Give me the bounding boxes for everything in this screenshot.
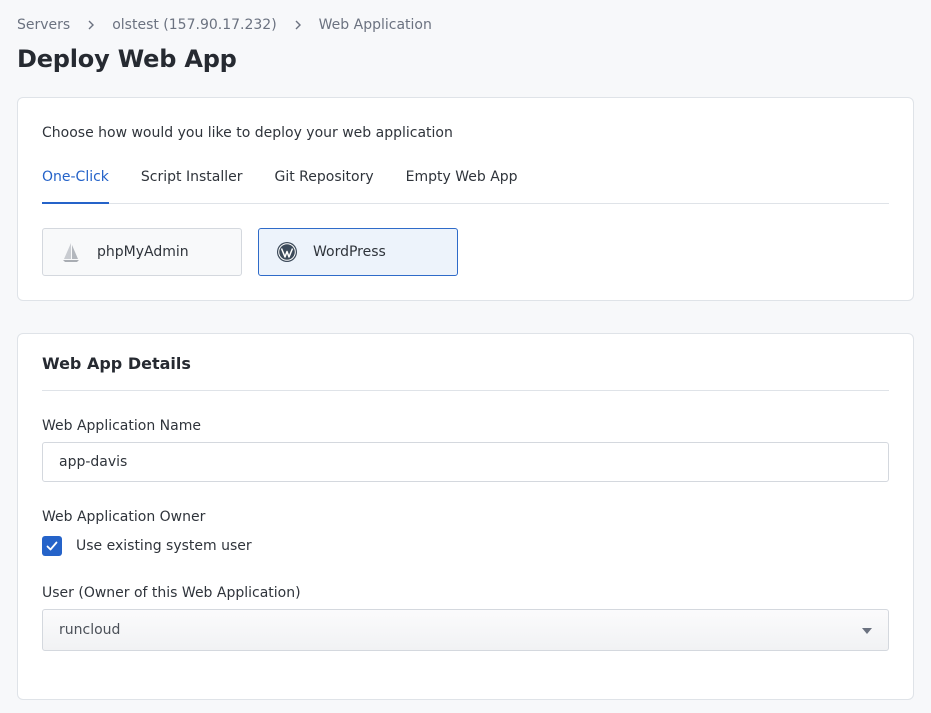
user-owner-select-value: runcloud (59, 622, 121, 638)
app-tile-label: WordPress (313, 244, 386, 260)
use-existing-user-checkbox[interactable] (42, 536, 62, 556)
tab-git-repository[interactable]: Git Repository (275, 162, 374, 204)
chevron-right-icon (86, 20, 96, 30)
use-existing-user-label[interactable]: Use existing system user (76, 538, 252, 554)
one-click-apps: phpMyAdmin WordPress (42, 228, 458, 276)
user-owner-select[interactable]: runcloud (42, 609, 889, 651)
tab-empty-web-app[interactable]: Empty Web App (406, 162, 518, 204)
use-existing-user-row: Use existing system user (42, 536, 252, 556)
tab-one-click[interactable]: One-Click (42, 162, 109, 204)
web-app-owner-label: Web Application Owner (42, 509, 206, 525)
page-title: Deploy Web App (17, 45, 237, 73)
app-tile-label: phpMyAdmin (97, 244, 189, 260)
section-divider (42, 390, 889, 391)
deploy-tabs: One-Click Script Installer Git Repositor… (42, 162, 889, 204)
deploy-intro-text: Choose how would you like to deploy your… (42, 125, 453, 141)
tab-script-installer[interactable]: Script Installer (141, 162, 243, 204)
breadcrumb-servers-link[interactable]: Servers (17, 17, 70, 33)
app-tile-wordpress[interactable]: WordPress (258, 228, 458, 276)
user-owner-label: User (Owner of this Web Application) (42, 585, 301, 601)
caret-down-icon (862, 628, 872, 634)
chevron-right-icon (293, 20, 303, 30)
wordpress-logo-icon (275, 240, 299, 264)
web-app-details-card: Web App Details Web Application Name Web… (17, 333, 914, 700)
breadcrumb: Servers olstest (157.90.17.232) Web Appl… (17, 16, 432, 34)
checkmark-icon (46, 541, 58, 551)
app-tile-phpmyadmin[interactable]: phpMyAdmin (42, 228, 242, 276)
breadcrumb-current: Web Application (318, 17, 432, 33)
section-title: Web App Details (42, 354, 191, 373)
web-app-name-label: Web Application Name (42, 418, 201, 434)
web-app-name-input[interactable] (42, 442, 889, 482)
breadcrumb-server-link[interactable]: olstest (157.90.17.232) (112, 17, 276, 33)
phpmyadmin-sail-icon (59, 240, 83, 264)
deploy-method-card: Choose how would you like to deploy your… (17, 97, 914, 301)
